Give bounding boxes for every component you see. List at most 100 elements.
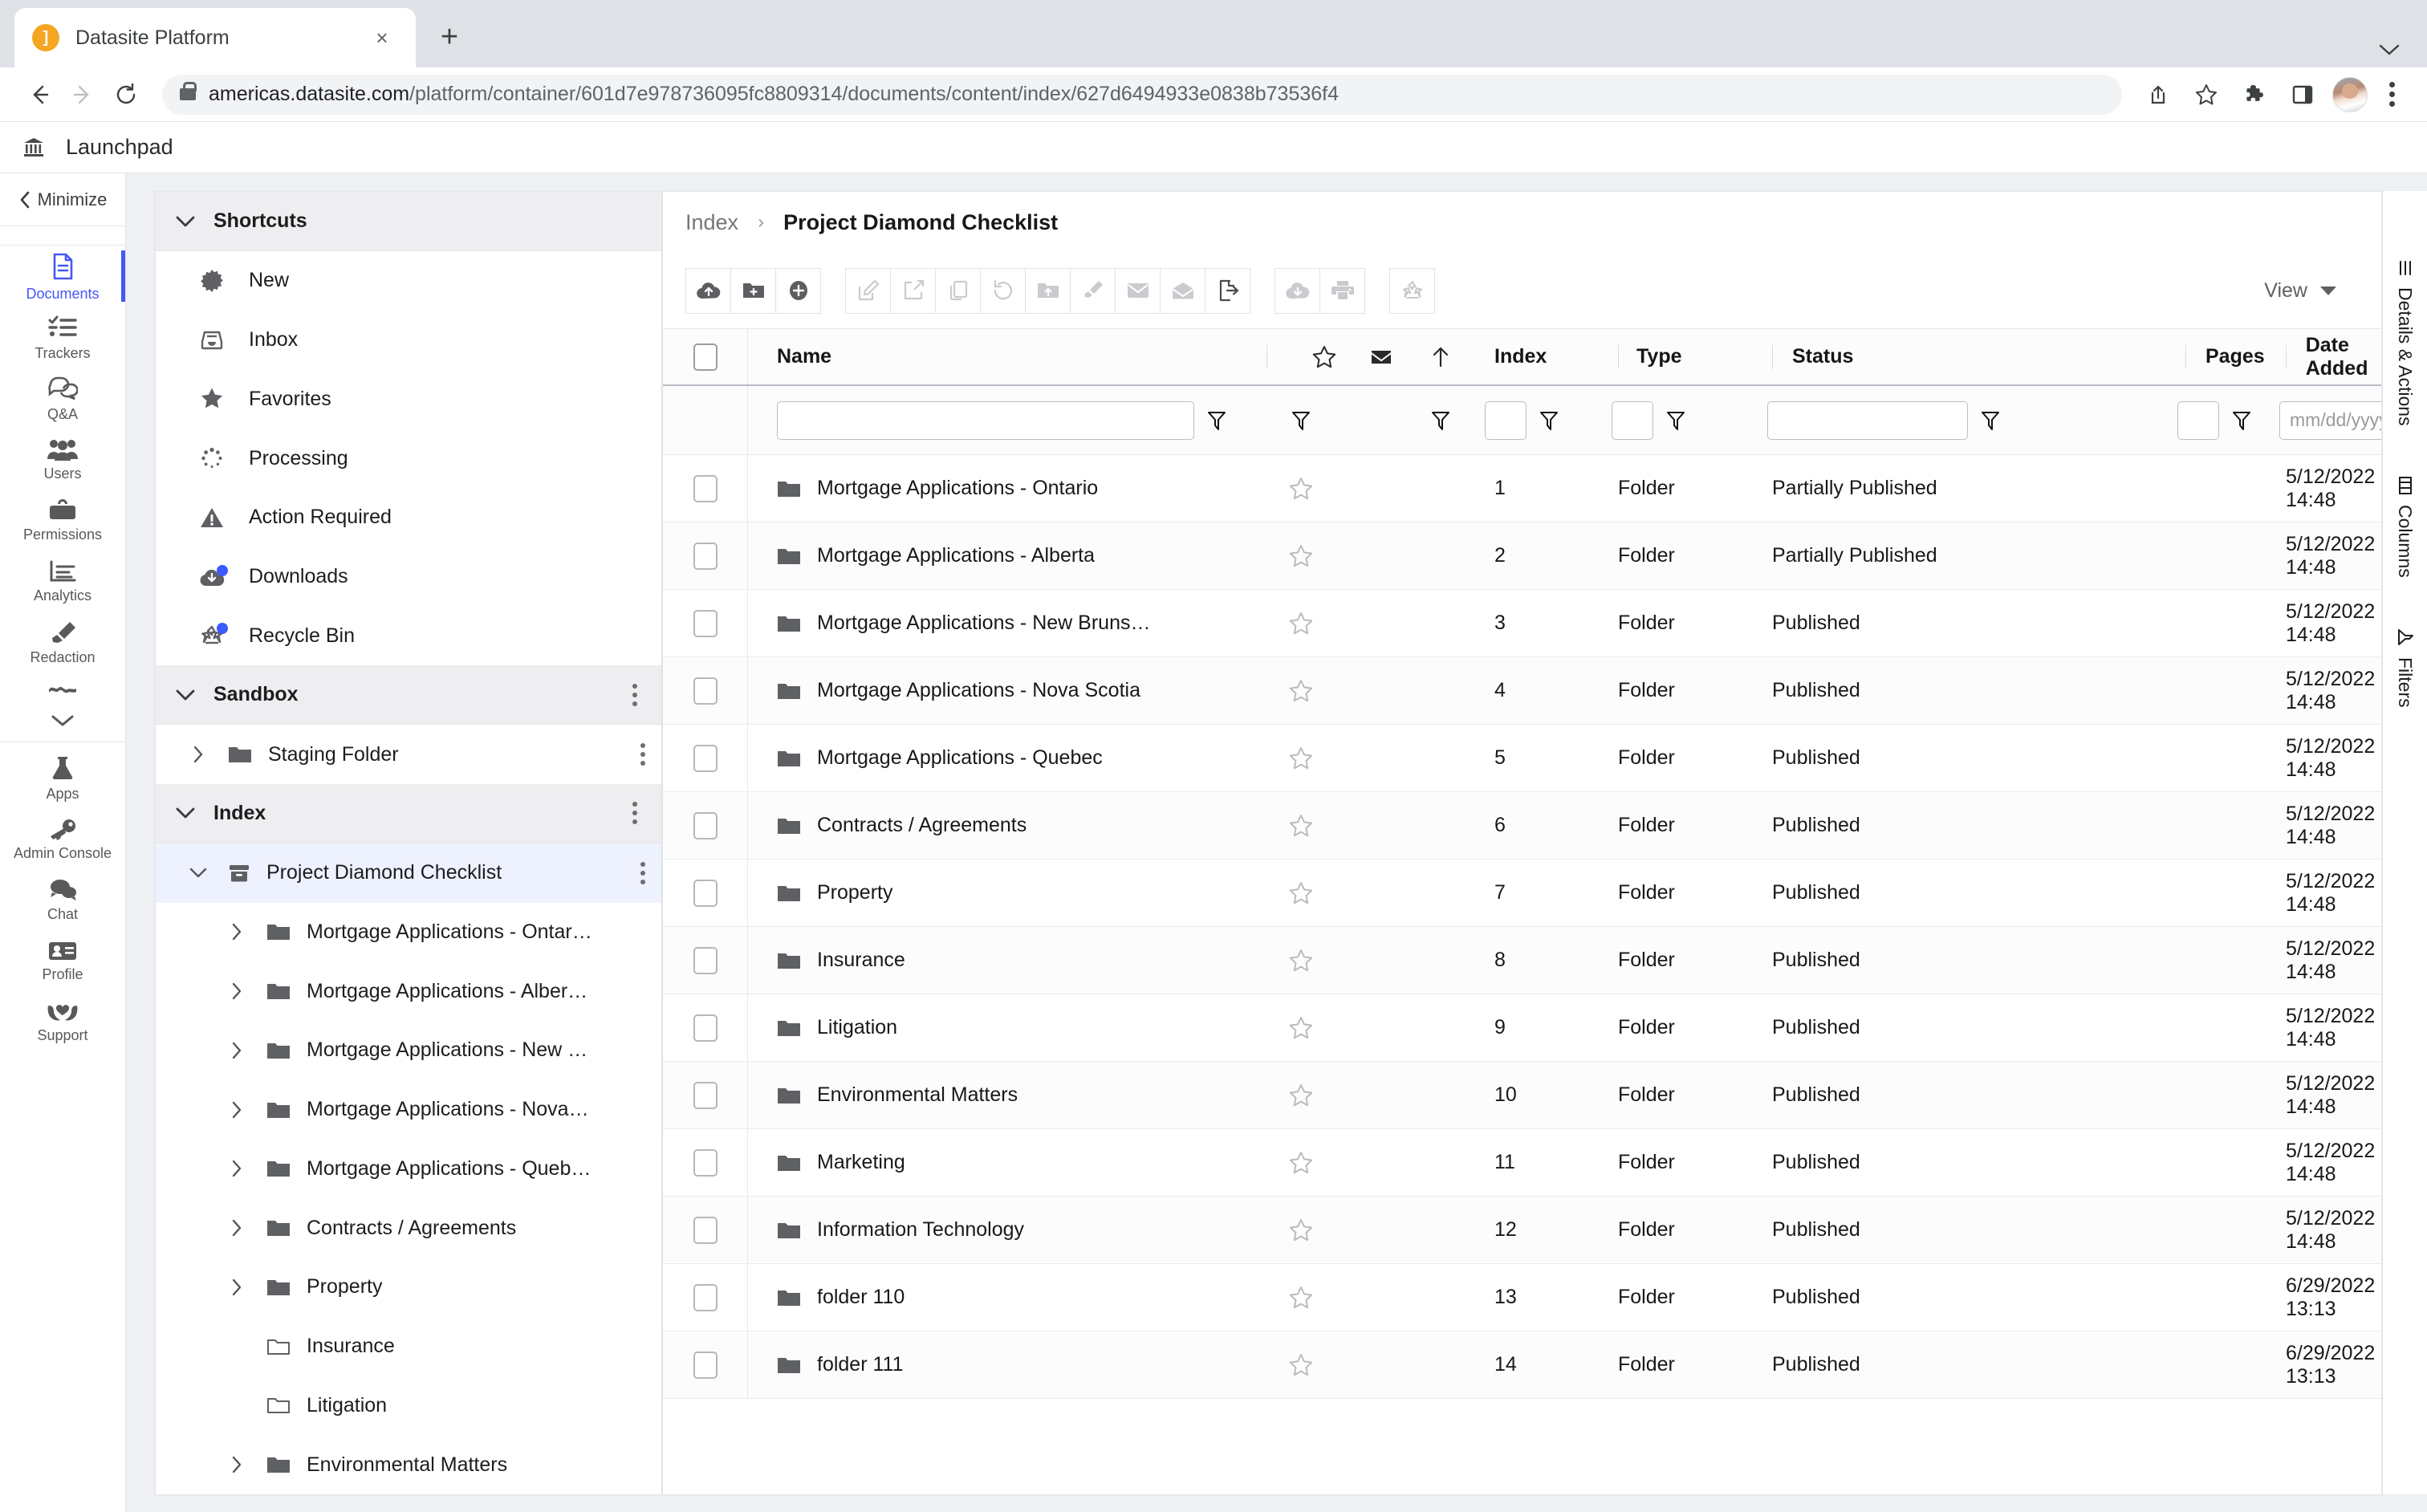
chevron-right-icon[interactable] <box>223 982 250 1000</box>
row-checkbox[interactable] <box>663 1216 747 1244</box>
shortcut-action-required[interactable]: Action Required <box>156 488 661 547</box>
table-row[interactable]: Environmental Matters 10 Folder Published 5/… <box>663 1062 2381 1129</box>
cell-name[interactable]: Contracts / Agreements <box>747 792 1249 859</box>
row-favorite-toggle[interactable] <box>1249 544 1353 568</box>
column-header-type[interactable]: Type <box>1600 344 1753 369</box>
funnel-icon[interactable] <box>1207 410 1226 431</box>
column-header-index[interactable]: Index <box>1472 345 1600 368</box>
row-checkbox[interactable] <box>663 946 747 974</box>
shortcuts-section-header[interactable]: Shortcuts <box>156 192 661 251</box>
sidebar-item-profile[interactable]: Profile <box>0 930 125 991</box>
sandbox-more-icon[interactable] <box>628 679 642 711</box>
table-row[interactable]: Insurance 8 Folder Published 5/12/2022 14:48 <box>663 927 2381 994</box>
close-icon[interactable]: × <box>366 22 398 54</box>
cell-name[interactable]: folder 111 <box>747 1331 1249 1398</box>
row-checkbox[interactable] <box>663 744 747 772</box>
address-bar[interactable]: americas.datasite.com/platform/container… <box>162 74 2122 115</box>
share-icon[interactable] <box>2136 73 2180 116</box>
tree-item-mortgage-nova-scotia[interactable]: Mortgage Applications - Nova… <box>156 1080 661 1140</box>
row-checkbox[interactable] <box>663 542 747 570</box>
file-export-icon[interactable] <box>1205 267 1250 314</box>
sidebar-item-chat[interactable]: Chat <box>0 869 125 930</box>
row-checkbox[interactable] <box>663 1283 747 1311</box>
filter-type-input[interactable] <box>1612 400 1653 440</box>
tree-item-mortgage-ontario[interactable]: Mortgage Applications - Ontar… <box>156 903 661 962</box>
chevron-right-icon[interactable] <box>223 923 250 941</box>
tab-details-and-actions[interactable]: Details & Actions <box>2394 260 2416 426</box>
table-row[interactable]: folder 111 14 Folder Published 6/29/2022 13:… <box>663 1331 2381 1399</box>
column-header-date-added[interactable]: Date Added <box>2266 334 2381 380</box>
table-row[interactable]: Property 7 Folder Published 5/12/2022 14:48 <box>663 860 2381 927</box>
shortcut-inbox[interactable]: Inbox <box>156 311 661 370</box>
cell-name[interactable]: Litigation <box>747 994 1249 1061</box>
browser-tab[interactable]: ] Datasite Platform × <box>14 8 416 67</box>
chevron-down-icon[interactable] <box>2379 43 2400 56</box>
funnel-icon[interactable] <box>1539 410 1559 431</box>
tree-item-mortgage-alberta[interactable]: Mortgage Applications - Alber… <box>156 961 661 1021</box>
filter-index-input[interactable] <box>1485 400 1527 440</box>
filter-status-input[interactable] <box>1767 400 1968 440</box>
tree-item-litigation[interactable]: Litigation <box>156 1376 661 1435</box>
row-checkbox[interactable] <box>663 879 747 907</box>
tree-item-property[interactable]: Property <box>156 1258 661 1317</box>
row-favorite-toggle[interactable] <box>1249 1353 1353 1377</box>
chevron-right-icon[interactable] <box>223 1219 250 1237</box>
row-favorite-toggle[interactable] <box>1249 612 1353 636</box>
cell-name[interactable]: Marketing <box>747 1129 1249 1196</box>
sidebar-item-qa[interactable]: Q&A <box>0 368 125 429</box>
shortcut-processing[interactable]: Processing <box>156 429 661 488</box>
breadcrumb-index[interactable]: Index <box>685 210 738 235</box>
table-row[interactable]: folder 110 13 Folder Published 6/29/2022 13:… <box>663 1264 2381 1331</box>
row-favorite-toggle[interactable] <box>1249 1083 1353 1108</box>
table-row[interactable]: Mortgage Applications - Alberta 2 Folder Pa… <box>663 522 2381 590</box>
row-favorite-toggle[interactable] <box>1249 949 1353 973</box>
column-header-email[interactable] <box>1353 348 1409 366</box>
select-all-checkbox[interactable] <box>663 343 747 371</box>
index-more-icon[interactable] <box>628 797 642 829</box>
cell-name[interactable]: Information Technology <box>747 1197 1249 1263</box>
new-folder-icon[interactable] <box>730 267 776 314</box>
tree-item-mortgage-new-brunswick[interactable]: Mortgage Applications - New … <box>156 1021 661 1080</box>
add-circle-icon[interactable] <box>775 267 821 314</box>
sidebar-item-documents[interactable]: Documents <box>0 246 125 307</box>
row-favorite-toggle[interactable] <box>1249 1286 1353 1310</box>
funnel-icon[interactable] <box>1666 410 1685 431</box>
tree-item-environmental-matters[interactable]: Environmental Matters <box>156 1435 661 1494</box>
index-section-header[interactable]: Index <box>156 783 661 843</box>
chevron-right-icon[interactable] <box>223 1042 250 1059</box>
row-checkbox[interactable] <box>663 1081 747 1109</box>
tree-item-more-icon[interactable] <box>636 857 650 889</box>
filter-date-input[interactable]: mm/dd/yyyy <box>2279 400 2381 440</box>
tree-item-contracts-agreements[interactable]: Contracts / Agreements <box>156 1198 661 1258</box>
cell-name[interactable]: Environmental Matters <box>747 1062 1249 1128</box>
funnel-icon[interactable] <box>1431 410 1450 431</box>
tab-filters[interactable]: Filters <box>2394 628 2416 708</box>
tree-item-more-icon[interactable] <box>636 738 650 770</box>
shortcut-downloads[interactable]: Downloads <box>156 547 661 607</box>
sidebar-item-permissions[interactable]: Permissions <box>0 490 125 551</box>
cell-name[interactable]: Insurance <box>747 927 1249 994</box>
column-header-status[interactable]: Status <box>1753 344 2166 369</box>
table-row[interactable]: Marketing 11 Folder Published 5/12/2022 14:4… <box>663 1129 2381 1197</box>
table-row[interactable]: Mortgage Applications - Nova Scotia 4 Fold… <box>663 657 2381 725</box>
sidebar-item-users[interactable]: Users <box>0 429 125 490</box>
chevron-right-icon[interactable] <box>223 1456 250 1473</box>
avatar[interactable] <box>2332 76 2368 112</box>
rail-expand-chevron-down-icon[interactable] <box>0 705 125 737</box>
funnel-icon[interactable] <box>1981 410 2000 431</box>
bank-icon[interactable] <box>22 136 45 159</box>
funnel-icon[interactable] <box>1291 410 1311 431</box>
row-checkbox[interactable] <box>663 1148 747 1177</box>
bookmark-star-icon[interactable] <box>2185 73 2228 116</box>
row-favorite-toggle[interactable] <box>1249 814 1353 838</box>
cell-name[interactable]: Mortgage Applications - Alberta <box>747 522 1249 589</box>
tree-item-project-diamond-checklist[interactable]: Project Diamond Checklist <box>156 843 661 903</box>
tab-columns[interactable]: Columns <box>2394 476 2416 577</box>
sidebar-item-admin-console[interactable]: Admin Console <box>0 808 125 869</box>
table-row[interactable]: Mortgage Applications - Ontario 1 Folder Pa… <box>663 455 2381 522</box>
funnel-icon[interactable] <box>2232 410 2251 431</box>
row-favorite-toggle[interactable] <box>1249 1218 1353 1242</box>
cell-name[interactable]: Mortgage Applications - New Bruns… <box>747 590 1249 656</box>
cell-name[interactable]: Mortgage Applications - Quebec <box>747 725 1249 791</box>
chevron-down-icon[interactable] <box>185 868 212 879</box>
